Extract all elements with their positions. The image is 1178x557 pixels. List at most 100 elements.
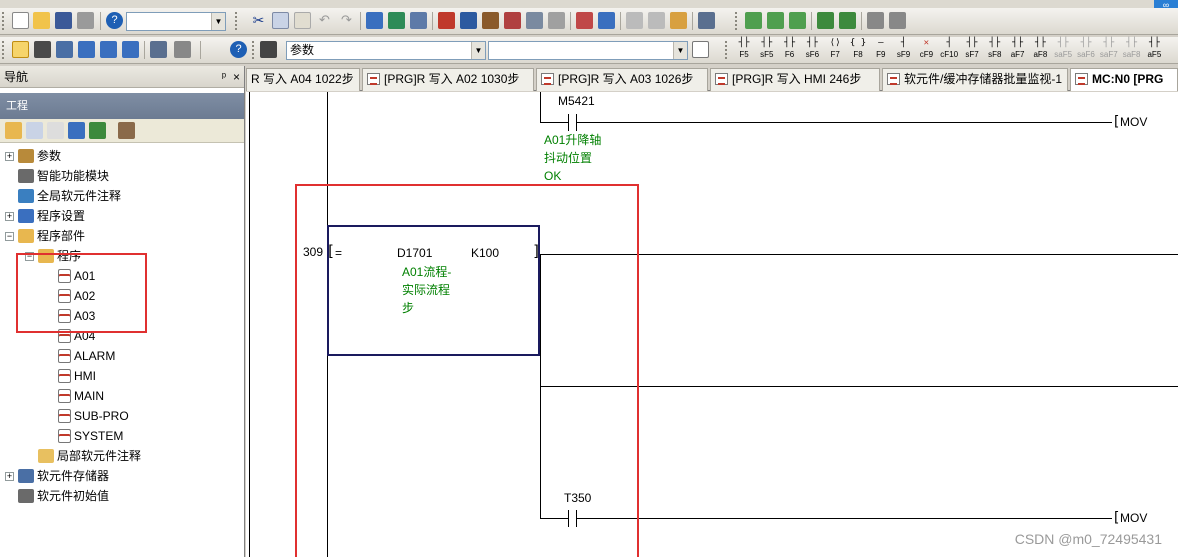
fkey-button-f7[interactable]: ⟨⟩ F7 — [824, 39, 846, 61]
tree-item[interactable]: 参数 — [18, 147, 61, 165]
fkey-button-sf6[interactable]: ┤├ sF6 — [801, 39, 823, 61]
chevron-down-icon[interactable]: ▼ — [673, 42, 687, 59]
fkey-button-saf7[interactable]: ┤├ saF7 — [1098, 39, 1120, 61]
fkey-button-cf9[interactable]: ✕ cF9 — [915, 39, 937, 61]
fkey-button-sf9[interactable]: ┤ sF9 — [893, 39, 915, 61]
write-plc-icon[interactable] — [598, 12, 615, 29]
read-plc-icon[interactable] — [576, 12, 593, 29]
device-list-icon[interactable] — [504, 12, 521, 29]
watch-icon[interactable] — [150, 41, 167, 58]
redo-icon[interactable]: ↷ — [338, 12, 355, 29]
tree-item[interactable]: 软元件存储器 — [18, 467, 109, 485]
document-tab[interactable]: [PRG]R 写入 HMI 246步 — [710, 68, 880, 91]
properties-icon[interactable] — [68, 122, 85, 139]
document-tab[interactable]: 软元件/缓冲存储器批量监视-1 — [882, 68, 1068, 91]
dev-batch-icon[interactable] — [122, 41, 139, 58]
help-icon[interactable]: ? — [106, 12, 123, 29]
tree-item[interactable]: 软元件初始值 — [18, 487, 109, 505]
fkey-button-sf5[interactable]: ┤├ sF5 — [756, 39, 778, 61]
open-folder-icon[interactable] — [33, 12, 50, 29]
contact-left-bar[interactable] — [568, 114, 569, 131]
toolbar-grip[interactable] — [235, 12, 238, 30]
compare-icon[interactable] — [526, 12, 543, 29]
coil-instruction[interactable]: MOV — [1120, 115, 1147, 129]
fkey-button-f5[interactable]: ┤├ F5 — [733, 39, 755, 61]
document-tab[interactable]: [PRG]R 写入 A03 1026步 — [536, 68, 708, 91]
dev-icon[interactable] — [78, 41, 95, 58]
fkey-button-sf8[interactable]: ┤├ sF8 — [984, 39, 1006, 61]
expand-icon[interactable]: + — [5, 212, 14, 221]
zoom-icon[interactable] — [174, 41, 191, 58]
online-monitor-icon[interactable] — [698, 12, 715, 29]
diagnostics-icon[interactable] — [670, 12, 687, 29]
cross-ref-icon[interactable] — [482, 12, 499, 29]
toolbar-grip[interactable] — [252, 41, 255, 59]
device-search-icon[interactable] — [388, 12, 405, 29]
collapse-icon[interactable]: − — [5, 232, 14, 241]
fkey-button-saf6[interactable]: ┤├ saF6 — [1075, 39, 1097, 61]
tree-item[interactable]: SUB-PRO — [58, 407, 129, 425]
fkey-button-cf10[interactable]: ┤ cF10 — [938, 39, 960, 61]
refresh-icon[interactable] — [89, 122, 106, 139]
fkey-button-af7[interactable]: ┤├ aF7 — [1007, 39, 1029, 61]
document-icon[interactable] — [692, 41, 709, 58]
fkey-button-f8[interactable]: { } F8 — [847, 39, 869, 61]
replace-icon[interactable] — [460, 12, 477, 29]
tree-item[interactable]: 全局软元件注释 — [18, 187, 121, 205]
monitor-icon[interactable] — [410, 12, 427, 29]
chevron-down-icon[interactable]: ▼ — [471, 42, 485, 59]
tree-item[interactable]: 智能功能模块 — [18, 167, 109, 185]
help-icon[interactable]: ? — [230, 41, 247, 58]
project-view-icon[interactable] — [12, 41, 29, 58]
ladder-line-icon[interactable] — [789, 12, 806, 29]
fkey-button-saf8[interactable]: ┤├ saF8 — [1121, 39, 1143, 61]
new-data-icon[interactable] — [5, 122, 22, 139]
tree-item[interactable]: ALARM — [58, 347, 115, 365]
expand-icon[interactable]: + — [5, 152, 14, 161]
layout-icon[interactable] — [548, 12, 565, 29]
step-run-icon[interactable] — [817, 12, 834, 29]
toolbar-grip[interactable] — [725, 41, 728, 59]
document-tab[interactable]: R 写入 A04 1022步 — [246, 68, 360, 91]
close-icon[interactable]: × — [233, 66, 240, 88]
fkey-button-af8[interactable]: ┤├ aF8 — [1029, 39, 1051, 61]
paste-data-icon[interactable] — [47, 122, 64, 139]
ladder-insert-icon[interactable] — [745, 12, 762, 29]
tree-item[interactable]: MAIN — [58, 387, 104, 405]
toolbar-grip[interactable] — [735, 12, 738, 30]
print-icon[interactable] — [77, 12, 94, 29]
fkey-button-saf5[interactable]: ┤├ saF5 — [1052, 39, 1074, 61]
wave-icon[interactable] — [889, 12, 906, 29]
list-view-icon[interactable] — [56, 41, 73, 58]
toolbar-combo[interactable]: ▼ — [126, 12, 226, 31]
undo-icon[interactable]: ↶ — [316, 12, 333, 29]
device-icon[interactable] — [366, 12, 383, 29]
cut-icon[interactable]: ✂ — [250, 12, 267, 29]
tree-item[interactable]: 程序部件 — [18, 227, 85, 245]
run-icon[interactable] — [839, 12, 856, 29]
dev-comment-icon[interactable] — [100, 41, 117, 58]
paste-icon[interactable] — [294, 12, 311, 29]
fkey-button-f9[interactable]: — F9 — [870, 39, 892, 61]
search-target-combo[interactable]: 参数 ▼ — [286, 41, 486, 60]
search-text-combo[interactable]: ▼ — [488, 41, 688, 60]
coil-instruction[interactable]: MOV — [1120, 511, 1147, 525]
fkey-button-sf7[interactable]: ┤├ sF7 — [961, 39, 983, 61]
binoculars-icon[interactable] — [260, 41, 277, 58]
tree-item[interactable]: SYSTEM — [58, 427, 123, 445]
ladder-delete-icon[interactable] — [767, 12, 784, 29]
remote-icon[interactable] — [648, 12, 665, 29]
fkey-button-f6[interactable]: ┤├ F6 — [779, 39, 801, 61]
verify-icon[interactable] — [626, 12, 643, 29]
tree-item[interactable]: 局部软元件注释 — [38, 447, 141, 465]
new-file-icon[interactable] — [12, 12, 29, 29]
chart-icon[interactable] — [867, 12, 884, 29]
find-icon[interactable] — [438, 12, 455, 29]
copy-data-icon[interactable] — [26, 122, 43, 139]
pin-icon[interactable]: ᵖ — [222, 66, 226, 88]
document-tab[interactable]: [PRG]R 写入 A02 1030步 — [362, 68, 534, 91]
tree-item[interactable]: HMI — [58, 367, 96, 385]
tree-item[interactable]: 程序设置 — [18, 207, 85, 225]
document-tab[interactable]: MC:N0 [PRG — [1070, 68, 1178, 91]
fkey-button-af5[interactable]: ┤├ aF5 — [1143, 39, 1165, 61]
